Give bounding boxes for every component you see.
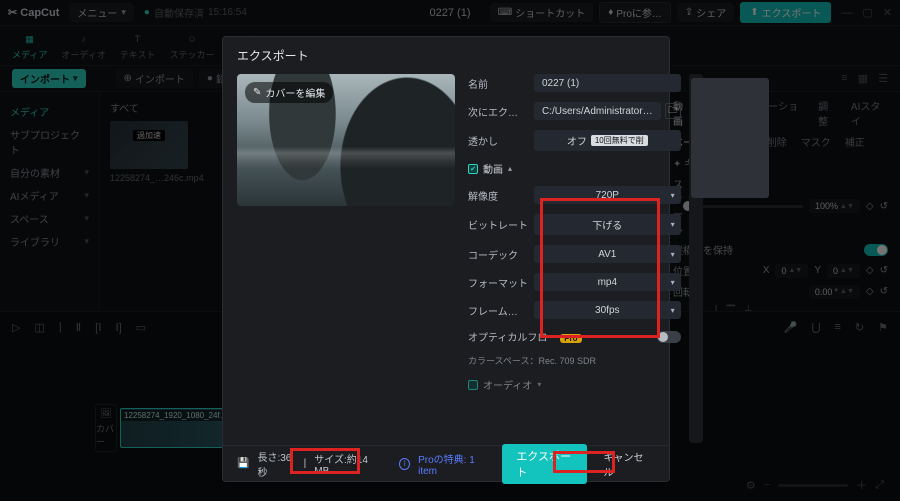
- input-saveto[interactable]: C:/Users/Administrator…: [534, 102, 661, 120]
- label-watermark: 透かし: [468, 133, 530, 148]
- cut-tool-icon[interactable]: ◫: [34, 321, 44, 334]
- label-framerate: フレーム…: [468, 303, 530, 318]
- audio-enable-checkbox[interactable]: [468, 380, 478, 390]
- rtab-adjust[interactable]: 調整: [818, 98, 837, 128]
- keyframe-icon[interactable]: ◇: [866, 201, 874, 212]
- label-resolution: 解像度: [468, 188, 530, 203]
- media-thumbnail[interactable]: 過加速: [110, 121, 188, 169]
- keyframe-rot-icon[interactable]: ◇: [866, 286, 874, 297]
- label-codec: コーデック: [468, 247, 530, 262]
- pointer-tool-icon[interactable]: ▷: [12, 321, 20, 334]
- dialog-cancel-button[interactable]: キャンセル: [595, 445, 655, 483]
- zoom-slider[interactable]: [778, 484, 848, 487]
- mic-icon[interactable]: 🎤: [784, 321, 798, 334]
- left-nav-media[interactable]: メディア: [8, 100, 91, 123]
- project-title: 0227 (1): [430, 7, 471, 19]
- app-logo: ✂ CapCut: [8, 6, 59, 19]
- thumb-badge: 過加速: [133, 130, 165, 141]
- loop-icon[interactable]: ↻: [855, 321, 864, 334]
- list-view-icon[interactable]: ☰: [878, 72, 888, 85]
- disk-icon: 💾: [237, 458, 249, 469]
- split-right-icon[interactable]: Ⅰ]: [115, 321, 121, 334]
- delete-icon[interactable]: ▭: [136, 321, 146, 334]
- select-bitrate[interactable]: 下げる▾: [534, 214, 681, 235]
- mode-text[interactable]: Tテキスト: [120, 31, 156, 65]
- label-saveto: 次にエク…: [468, 104, 530, 119]
- video-section-header[interactable]: 動画▴: [468, 161, 681, 176]
- pos-x[interactable]: 0▲▼: [775, 264, 808, 278]
- label-bitrate: ビットレート: [468, 217, 530, 232]
- zoom-out-icon[interactable]: −: [764, 479, 770, 491]
- browse-folder-icon[interactable]: 🗀: [665, 103, 681, 119]
- mode-media[interactable]: ▦メディア: [12, 31, 47, 65]
- track-opt-icon[interactable]: ≡: [834, 321, 840, 333]
- import-tab[interactable]: インポート: [12, 69, 86, 88]
- pro-perks-link[interactable]: Proの特典: 1 item: [418, 451, 486, 477]
- select-framerate[interactable]: 30fps▾: [534, 301, 681, 319]
- left-nav-aimedia[interactable]: AIメディア▾: [8, 184, 91, 207]
- rtab-aistyle[interactable]: AIスタイ: [851, 98, 888, 128]
- dialog-title: エクスポート: [223, 37, 669, 72]
- share-button[interactable]: ⇪ シェア: [677, 3, 734, 22]
- reset-rot-icon[interactable]: ↺: [880, 286, 888, 297]
- rotate-value[interactable]: 0.00°▲▼: [809, 285, 860, 299]
- left-nav-space[interactable]: スペース▾: [8, 207, 91, 230]
- input-name[interactable]: 0227 (1): [534, 74, 681, 92]
- zoom-fit-icon[interactable]: ⤢: [875, 479, 884, 492]
- mode-audio[interactable]: ♪オーディオ: [61, 31, 105, 65]
- scale-value[interactable]: 100%▲▼: [809, 199, 860, 213]
- reset-pos-icon[interactable]: ↺: [880, 265, 888, 276]
- split-icon[interactable]: Ⅱ: [76, 321, 81, 334]
- pro-join-button[interactable]: ♦ Proに参…: [599, 2, 671, 23]
- track-cover-handle[interactable]: 🖼カバー: [95, 404, 117, 452]
- dialog-export-button[interactable]: エクスポート: [502, 444, 587, 484]
- length-readout: 長さ:36秒: [257, 449, 295, 479]
- marker-icon[interactable]: ⚑: [878, 321, 888, 334]
- maximize-icon[interactable]: ▢: [862, 6, 872, 19]
- tl-settings-icon[interactable]: ⚙: [746, 479, 756, 492]
- mode-sticker[interactable]: ☺ステッカー: [169, 31, 214, 65]
- keepratio-toggle[interactable]: [864, 244, 888, 256]
- grid-view-icon[interactable]: ▦: [858, 72, 868, 85]
- shortcut-button[interactable]: ⌨ ショートカット: [490, 3, 593, 22]
- colorspace-line: カラースペース：Rec. 709 SDR: [468, 354, 681, 367]
- video-enable-checkbox[interactable]: [468, 164, 478, 174]
- export-button-top[interactable]: ⬆ エクスポート: [740, 2, 831, 23]
- close-icon[interactable]: ✕: [883, 6, 892, 19]
- select-codec[interactable]: AV1▾: [534, 245, 681, 263]
- zoom-in-icon[interactable]: ＋: [856, 477, 867, 493]
- audio-section-header[interactable]: オーディオ▾: [468, 377, 681, 392]
- media-filename: 12258274_…246c.mp4: [110, 173, 204, 183]
- minimize-icon[interactable]: —: [841, 7, 852, 19]
- watermark-select[interactable]: オフ10回無料で削: [534, 130, 681, 151]
- subtab-comp[interactable]: 補正: [845, 134, 865, 149]
- keyframe-pos-icon[interactable]: ◇: [866, 265, 874, 276]
- label-opticalflow: オプティカルフロー Pro: [468, 329, 653, 344]
- menu-button[interactable]: メニュー: [69, 3, 134, 22]
- split-left-icon[interactable]: [Ⅰ: [95, 321, 101, 334]
- opticalflow-toggle[interactable]: [657, 331, 681, 343]
- select-resolution[interactable]: 720P▾: [534, 186, 681, 204]
- select-format[interactable]: mp4▾: [534, 273, 681, 291]
- left-nav-subproject[interactable]: サブプロジェクト: [8, 123, 91, 161]
- autosave-indicator: ●自動保存済 15:16:54: [144, 5, 247, 20]
- info-icon[interactable]: i: [399, 458, 410, 470]
- import-button[interactable]: ⊕ インポート: [116, 69, 193, 88]
- pos-y[interactable]: 0▲▼: [827, 264, 860, 278]
- label-name: 名前: [468, 76, 530, 91]
- dialog-scrollbar[interactable]: [689, 74, 703, 443]
- edit-cover-button[interactable]: ✎ カバーを編集: [245, 82, 333, 103]
- cover-preview: ✎ カバーを編集: [237, 74, 455, 206]
- sort-icon[interactable]: ≡: [841, 72, 847, 85]
- reset-scale-icon[interactable]: ↺: [880, 201, 888, 212]
- size-readout: サイズ:約14 MB: [314, 451, 376, 477]
- label-format: フォーマット: [468, 275, 530, 290]
- magnet-icon[interactable]: ⋃: [811, 321, 820, 334]
- subtab-mask[interactable]: マスク: [801, 134, 831, 149]
- export-dialog: エクスポート ✎ カバーを編集 名前 0227 (1) 次にエク… C:/Use…: [222, 36, 670, 482]
- left-nav-library[interactable]: ライブラリ▾: [8, 230, 91, 253]
- left-nav-mysrc[interactable]: 自分の素材▾: [8, 161, 91, 184]
